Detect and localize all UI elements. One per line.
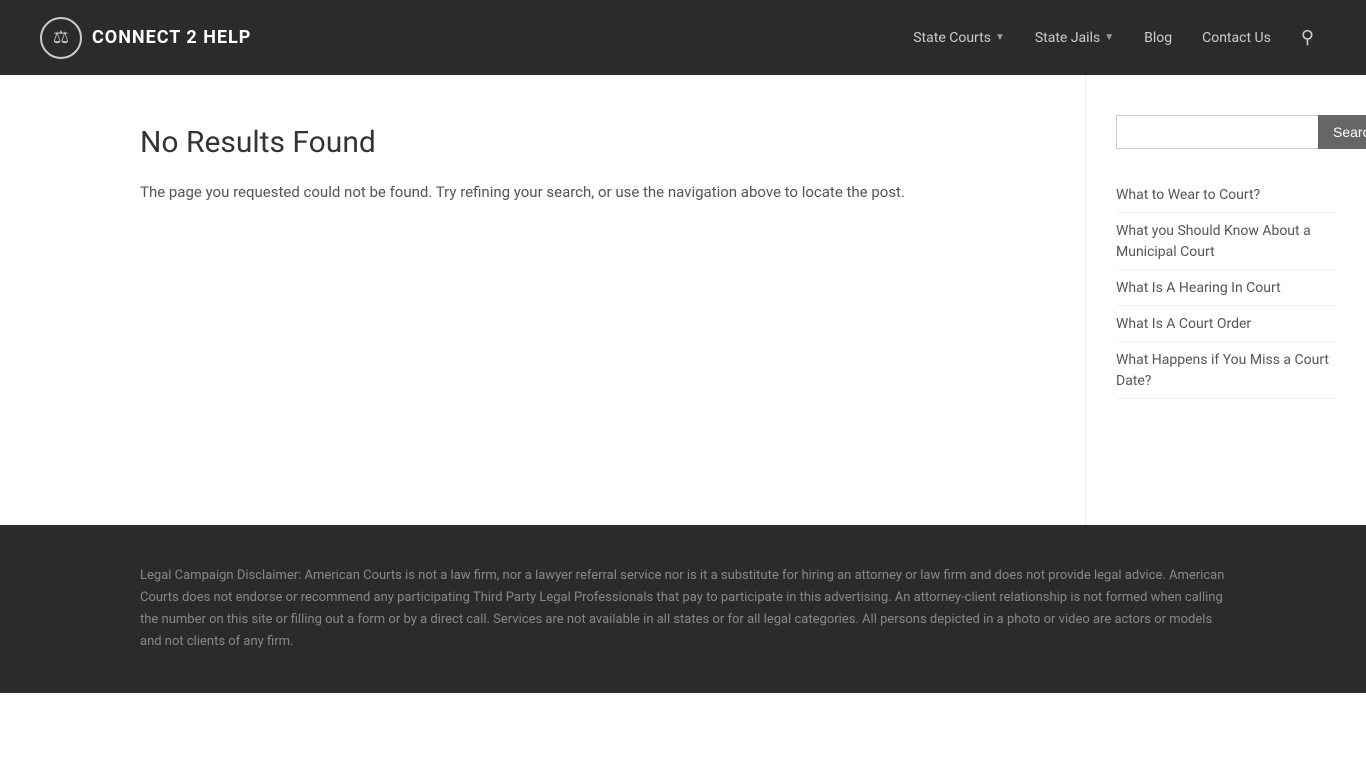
site-footer: Legal Campaign Disclaimer: American Cour… [0,525,1366,693]
nav-label-state-jails: State Jails [1035,30,1100,46]
nav-label-blog: Blog [1144,30,1172,46]
sidebar-link-3[interactable]: What Is A Court Order [1116,308,1336,342]
logo-icon: ⚖ [40,17,82,59]
logo-text: CONNECT 2 HELP [92,27,251,48]
nav-item-contact-us[interactable]: Contact Us [1190,22,1283,54]
page-title: No Results Found [140,125,1035,160]
search-button[interactable]: Search [1318,115,1366,149]
nav-label-contact-us: Contact Us [1202,30,1271,46]
main-container: No Results Found The page you requested … [0,75,1366,525]
list-item: What to Wear to Court? [1116,179,1336,213]
list-item: What Is A Court Order [1116,308,1336,342]
list-item: What Happens if You Miss a Court Date? [1116,344,1336,399]
sidebar-link-1[interactable]: What you Should Know About a Municipal C… [1116,215,1336,270]
main-nav: State Courts ▼ State Jails ▼ Blog Contac… [901,19,1326,56]
nav-item-state-courts[interactable]: State Courts ▼ [901,22,1017,54]
footer-disclaimer: Legal Campaign Disclaimer: American Cour… [140,565,1226,653]
logo-link[interactable]: ⚖ CONNECT 2 HELP [40,17,251,59]
sidebar-link-4[interactable]: What Happens if You Miss a Court Date? [1116,344,1336,399]
search-input[interactable] [1116,115,1318,149]
site-header: ⚖ CONNECT 2 HELP State Courts ▼ State Ja… [0,0,1366,75]
list-item: What you Should Know About a Municipal C… [1116,215,1336,270]
nav-item-blog[interactable]: Blog [1132,22,1184,54]
sidebar-search-box: Search [1116,115,1336,149]
sidebar-link-2[interactable]: What Is A Hearing In Court [1116,272,1336,306]
content-area: No Results Found The page you requested … [0,75,1086,525]
nav-item-state-jails[interactable]: State Jails ▼ [1023,22,1126,54]
page-description: The page you requested could not be foun… [140,180,1035,204]
list-item: What Is A Hearing In Court [1116,272,1336,306]
header-search-button[interactable]: ⚲ [1289,19,1326,56]
nav-label-state-courts: State Courts [913,30,991,46]
chevron-down-icon: ▼ [995,32,1005,43]
sidebar: Search What to Wear to Court?What you Sh… [1086,75,1366,525]
sidebar-link-0[interactable]: What to Wear to Court? [1116,179,1336,213]
sidebar-links-list: What to Wear to Court?What you Should Kn… [1116,179,1336,399]
chevron-down-icon: ▼ [1104,32,1114,43]
